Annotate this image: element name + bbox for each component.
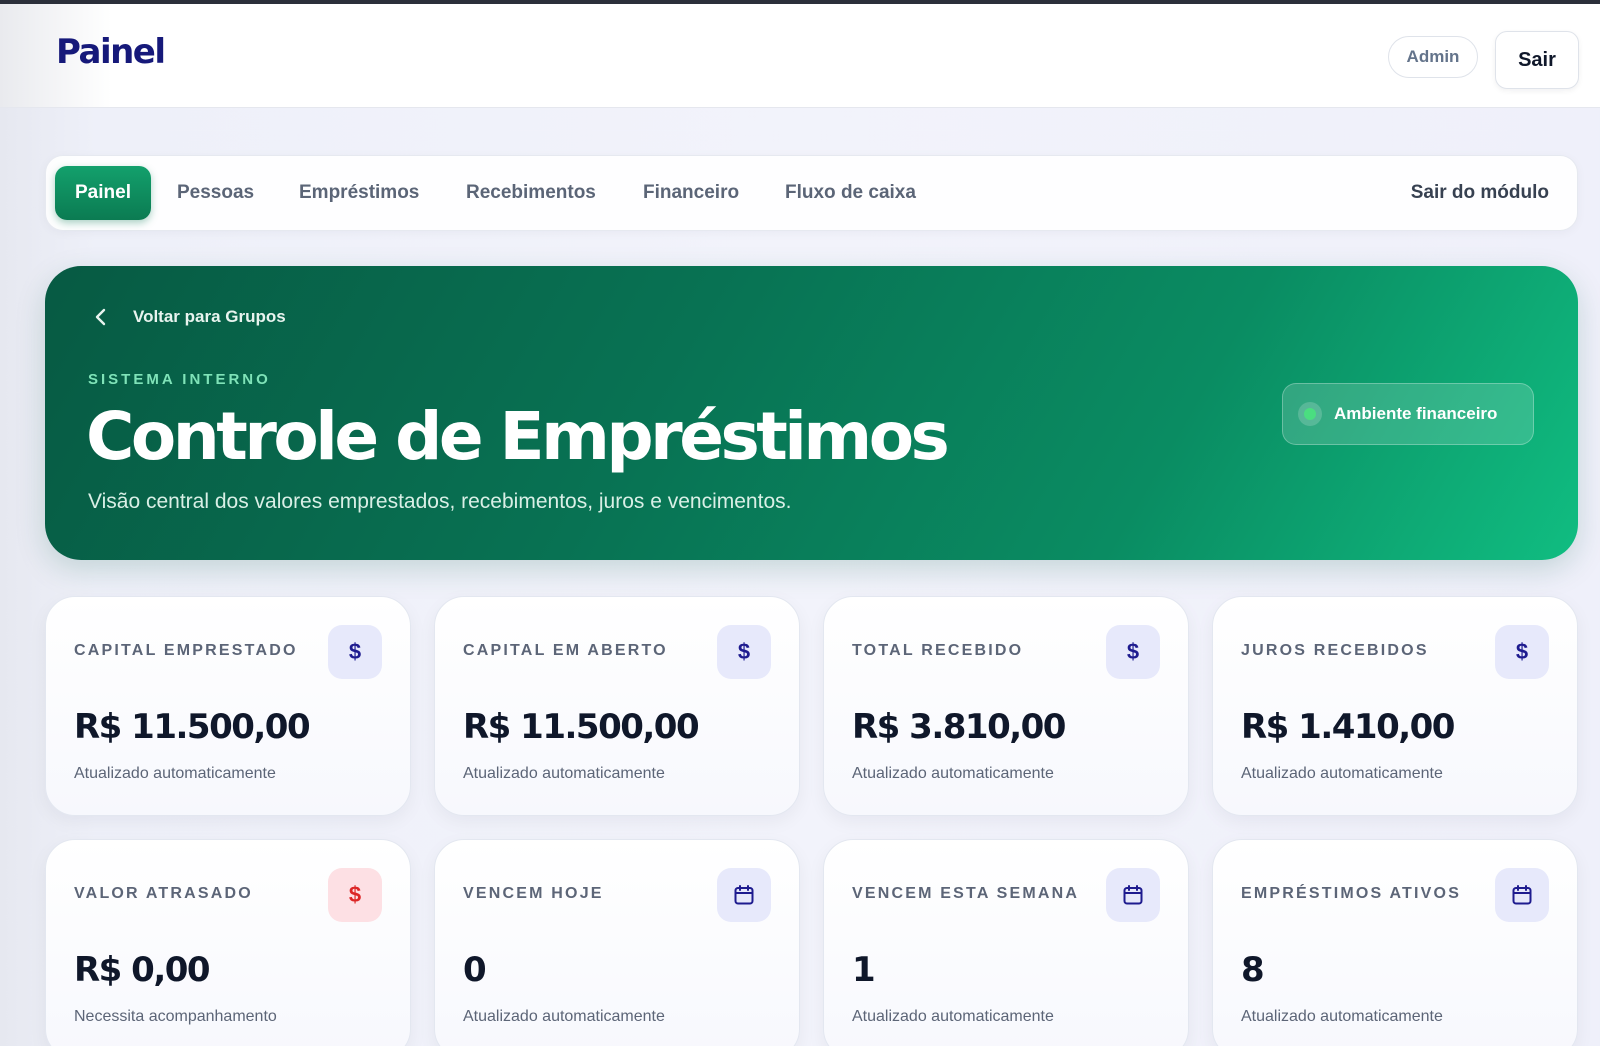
stat-card-note: Atualizado automaticamente: [74, 765, 276, 782]
stat-card-label: CAPITAL EMPRESTADO: [74, 642, 298, 659]
brand-logo[interactable]: Painel: [56, 32, 166, 72]
calendar-icon-glyph: [1123, 885, 1143, 905]
stat-card-valor-atrasado[interactable]: VALOR ATRASADO $ R$ 0,00 Necessita acomp…: [45, 839, 411, 1046]
stat-card-emprestimos-ativos[interactable]: EMPRÉSTIMOS ATIVOS 8 Atualizado automati…: [1212, 839, 1578, 1046]
stat-card-label: EMPRÉSTIMOS ATIVOS: [1241, 885, 1462, 902]
stat-card-note: Atualizado automaticamente: [852, 1008, 1054, 1025]
tab-painel[interactable]: Painel: [55, 166, 151, 220]
page-subtitle: Visão central dos valores emprestados, r…: [88, 490, 792, 513]
stat-card-total-recebido[interactable]: TOTAL RECEBIDO $ R$ 3.810,00 Atualizado …: [823, 596, 1189, 816]
dollar-icon: $: [1106, 625, 1160, 679]
stat-card-value: R$ 1.410,00: [1241, 707, 1455, 747]
dollar-icon: $: [717, 625, 771, 679]
stat-card-note: Atualizado automaticamente: [463, 765, 665, 782]
stat-card-value: 8: [1241, 950, 1265, 990]
stat-card-label: VENCEM ESTA SEMANA: [852, 885, 1080, 902]
stat-card-label: TOTAL RECEBIDO: [852, 642, 1024, 659]
tab-emprestimos[interactable]: Empréstimos: [299, 166, 419, 220]
tab-recebimentos[interactable]: Recebimentos: [466, 166, 596, 220]
dollar-icon: $: [328, 625, 382, 679]
dollar-alert-icon: $: [328, 868, 382, 922]
exit-module-link[interactable]: Sair do módulo: [1411, 166, 1549, 220]
tab-financeiro[interactable]: Financeiro: [643, 166, 739, 220]
stat-card-value: R$ 0,00: [74, 950, 211, 990]
stat-card-note: Atualizado automaticamente: [852, 765, 1054, 782]
stat-card-juros-recebidos[interactable]: JUROS RECEBIDOS $ R$ 1.410,00 Atualizado…: [1212, 596, 1578, 816]
user-role-badge: Admin: [1388, 36, 1478, 78]
page-title: Controle de Empréstimos: [86, 398, 950, 475]
stat-card-label: VENCEM HOJE: [463, 885, 604, 902]
calendar-icon-glyph: [1512, 885, 1532, 905]
calendar-icon-glyph: [734, 885, 754, 905]
stat-card-value: R$ 3.810,00: [852, 707, 1066, 747]
stat-card-note: Necessita acompanhamento: [74, 1008, 277, 1025]
stat-card-vencem-esta-semana[interactable]: VENCEM ESTA SEMANA 1 Atualizado automati…: [823, 839, 1189, 1046]
tab-pessoas[interactable]: Pessoas: [177, 166, 254, 220]
calendar-icon: [717, 868, 771, 922]
stat-card-label: JUROS RECEBIDOS: [1241, 642, 1429, 659]
stat-card-value: 1: [852, 950, 876, 990]
stat-card-label: CAPITAL EM ABERTO: [463, 642, 668, 659]
dollar-icon: $: [1495, 625, 1549, 679]
status-dot-icon: [1298, 402, 1322, 426]
stat-card-value: 0: [463, 950, 487, 990]
calendar-icon: [1495, 868, 1549, 922]
stat-card-label: VALOR ATRASADO: [74, 885, 253, 902]
stat-card-note: Atualizado automaticamente: [1241, 765, 1443, 782]
stat-card-note: Atualizado automaticamente: [1241, 1008, 1443, 1025]
stat-card-value: R$ 11.500,00: [74, 707, 311, 747]
tab-fluxo-de-caixa[interactable]: Fluxo de caixa: [785, 166, 916, 220]
stat-card-capital-emprestado[interactable]: CAPITAL EMPRESTADO $ R$ 11.500,00 Atuali…: [45, 596, 411, 816]
environment-badge-label: Ambiente financeiro: [1334, 404, 1498, 423]
chevron-left-icon: [95, 308, 106, 326]
stat-card-value: R$ 11.500,00: [463, 707, 700, 747]
back-to-groups-link[interactable]: Voltar para Grupos: [91, 306, 286, 328]
calendar-icon: [1106, 868, 1160, 922]
back-link-label: Voltar para Grupos: [133, 307, 286, 326]
logout-button[interactable]: Sair: [1495, 31, 1579, 89]
app-header: Painel Admin Sair: [0, 4, 1600, 108]
stat-card-note: Atualizado automaticamente: [463, 1008, 665, 1025]
stat-card-vencem-hoje[interactable]: VENCEM HOJE 0 Atualizado automaticamente: [434, 839, 800, 1046]
environment-badge: Ambiente financeiro: [1282, 383, 1534, 445]
module-tabs: Painel Pessoas Empréstimos Recebimentos …: [45, 155, 1578, 231]
hero-banner: Voltar para Grupos SISTEMA INTERNO Contr…: [45, 266, 1578, 560]
hero-eyebrow: SISTEMA INTERNO: [88, 371, 271, 388]
stat-card-capital-em-aberto[interactable]: CAPITAL EM ABERTO $ R$ 11.500,00 Atualiz…: [434, 596, 800, 816]
